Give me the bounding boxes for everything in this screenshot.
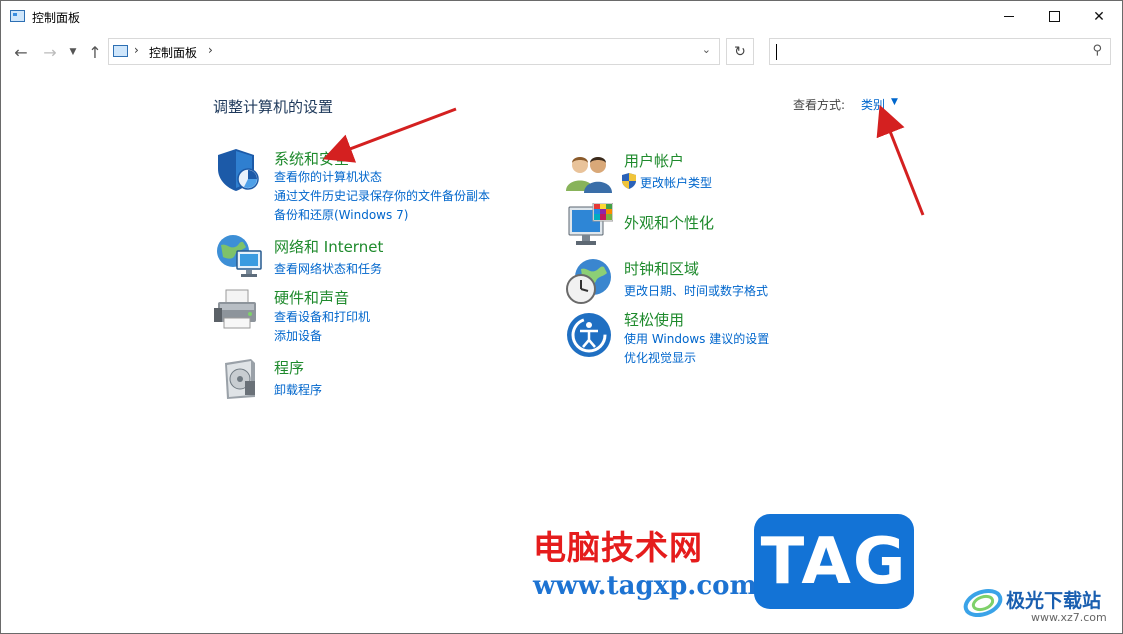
maximize-button[interactable] bbox=[1031, 1, 1077, 32]
annotation-arrow-system-security bbox=[322, 107, 457, 163]
link-change-account-type[interactable]: 更改帐户类型 bbox=[640, 174, 712, 191]
shield-icon[interactable] bbox=[214, 147, 262, 193]
uac-shield-icon bbox=[622, 173, 636, 189]
link-add-device[interactable]: 添加设备 bbox=[274, 327, 322, 344]
clock-region-icon[interactable] bbox=[565, 257, 613, 305]
refresh-button[interactable]: ↻ bbox=[726, 38, 754, 65]
link-file-history[interactable]: 通过文件历史记录保存你的文件备份副本 bbox=[274, 187, 490, 204]
link-change-date-time-format[interactable]: 更改日期、时间或数字格式 bbox=[624, 282, 768, 299]
arrow-right-icon: → bbox=[43, 42, 57, 62]
printer-icon[interactable] bbox=[214, 288, 262, 334]
user-accounts-icon[interactable] bbox=[566, 151, 612, 193]
watermark-tag-logo: TAG bbox=[754, 514, 914, 609]
link-uninstall-program[interactable]: 卸载程序 bbox=[274, 381, 322, 398]
programs-icon[interactable] bbox=[221, 357, 261, 401]
arrow-left-icon: ← bbox=[14, 42, 28, 62]
minimize-icon bbox=[1004, 16, 1014, 17]
category-title-programs[interactable]: 程序 bbox=[274, 357, 304, 378]
accessibility-icon[interactable] bbox=[566, 312, 612, 358]
forward-button[interactable]: → bbox=[40, 41, 60, 63]
control-panel-icon bbox=[113, 45, 128, 57]
category-title-network-internet[interactable]: 网络和 Internet bbox=[274, 236, 383, 257]
arrow-up-icon: ↑ bbox=[88, 42, 102, 62]
back-button[interactable]: ← bbox=[11, 41, 31, 63]
view-by-dropdown[interactable]: 类别 bbox=[861, 96, 885, 113]
title-bar: 控制面板 ✕ bbox=[1, 1, 1122, 32]
breadcrumb-separator[interactable]: › bbox=[134, 43, 139, 57]
breadcrumb-separator[interactable]: › bbox=[208, 43, 213, 57]
refresh-icon: ↻ bbox=[734, 43, 746, 60]
breadcrumb-control-panel[interactable]: 控制面板 bbox=[149, 44, 197, 61]
control-panel-icon bbox=[10, 10, 25, 22]
link-recommended-settings[interactable]: 使用 Windows 建议的设置 bbox=[624, 330, 769, 347]
chevron-down-icon[interactable]: ⌄ bbox=[702, 43, 711, 56]
close-button[interactable]: ✕ bbox=[1076, 1, 1122, 32]
address-bar[interactable]: › 控制面板 › ⌄ bbox=[108, 38, 720, 65]
search-icon[interactable]: ⚲ bbox=[1092, 43, 1102, 58]
watermark-site-name: 电脑技术网 bbox=[533, 528, 703, 567]
link-view-computer-status[interactable]: 查看你的计算机状态 bbox=[274, 168, 382, 185]
window-title: 控制面板 bbox=[32, 11, 81, 25]
link-devices-printers[interactable]: 查看设备和打印机 bbox=[274, 308, 370, 325]
watermark-site-url: www.tagxp.com bbox=[533, 571, 758, 601]
category-title-user-accounts[interactable]: 用户帐户 bbox=[624, 150, 684, 171]
control-panel-window: 控制面板 ✕ ← → ▼ ↑ › 控制面板 › ⌄ ↻ ⚲ 调整计算机的设置 查… bbox=[0, 0, 1123, 634]
annotation-arrow-view-by bbox=[876, 104, 925, 216]
category-title-hardware-sound[interactable]: 硬件和声音 bbox=[274, 287, 349, 308]
view-by-label: 查看方式: bbox=[793, 98, 846, 112]
watermark-xz-name: 极光下载站 bbox=[1006, 590, 1102, 612]
search-input[interactable]: ⚲ bbox=[769, 38, 1111, 65]
recent-locations-button[interactable]: ▼ bbox=[66, 41, 80, 63]
appearance-monitor-icon[interactable] bbox=[567, 202, 614, 249]
xz-logo-icon bbox=[963, 583, 1003, 619]
close-icon: ✕ bbox=[1093, 8, 1105, 25]
chevron-down-icon: ▼ bbox=[69, 47, 77, 57]
category-title-clock-region[interactable]: 时钟和区域 bbox=[624, 258, 699, 279]
minimize-button[interactable] bbox=[986, 1, 1032, 32]
caret-down-icon[interactable]: ▼ bbox=[891, 97, 898, 107]
maximize-icon bbox=[1048, 11, 1060, 22]
text-caret bbox=[776, 44, 777, 60]
network-globe-icon[interactable] bbox=[213, 233, 263, 279]
category-title-appearance[interactable]: 外观和个性化 bbox=[624, 212, 714, 233]
category-title-ease-of-access[interactable]: 轻松使用 bbox=[624, 309, 684, 330]
page-heading: 调整计算机的设置 bbox=[213, 98, 334, 116]
link-network-status[interactable]: 查看网络状态和任务 bbox=[274, 260, 382, 277]
category-title-system-security[interactable]: 系统和安全 bbox=[274, 148, 349, 169]
link-backup-restore[interactable]: 备份和还原(Windows 7) bbox=[274, 206, 408, 223]
up-button[interactable]: ↑ bbox=[85, 41, 105, 63]
watermark-xz-url: www.xz7.com bbox=[1031, 611, 1107, 624]
link-optimize-display[interactable]: 优化视觉显示 bbox=[624, 349, 696, 366]
